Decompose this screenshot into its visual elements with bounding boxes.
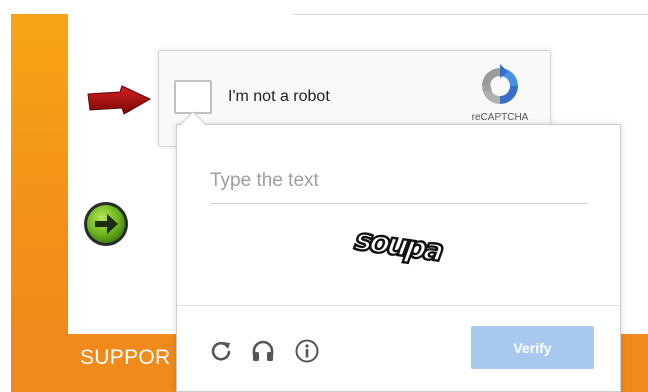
not-robot-label: I'm not a robot (228, 88, 330, 105)
captcha-text-image: soupa (348, 222, 450, 270)
page: SUPPOR I'm not a robot reCAPTCHA Type th… (0, 0, 648, 392)
info-icon[interactable] (294, 338, 320, 364)
top-divider (292, 14, 648, 15)
reload-icon[interactable] (208, 338, 234, 364)
support-heading: SUPPOR (80, 346, 171, 369)
verify-button[interactable]: Verify (471, 326, 594, 369)
orange-sidebar (11, 14, 68, 334)
popup-footer-divider (177, 305, 620, 306)
captcha-word: soupa (349, 223, 448, 269)
red-arrow-icon (87, 85, 152, 115)
green-go-arrow-icon[interactable] (82, 200, 130, 248)
not-robot-checkbox[interactable] (174, 80, 212, 114)
captcha-text-input[interactable] (210, 158, 588, 204)
audio-headphones-icon[interactable] (250, 338, 276, 364)
recaptcha-logo-icon (482, 64, 518, 104)
recaptcha-brand-label: reCAPTCHA (471, 112, 529, 123)
support-bar-left (11, 334, 68, 392)
